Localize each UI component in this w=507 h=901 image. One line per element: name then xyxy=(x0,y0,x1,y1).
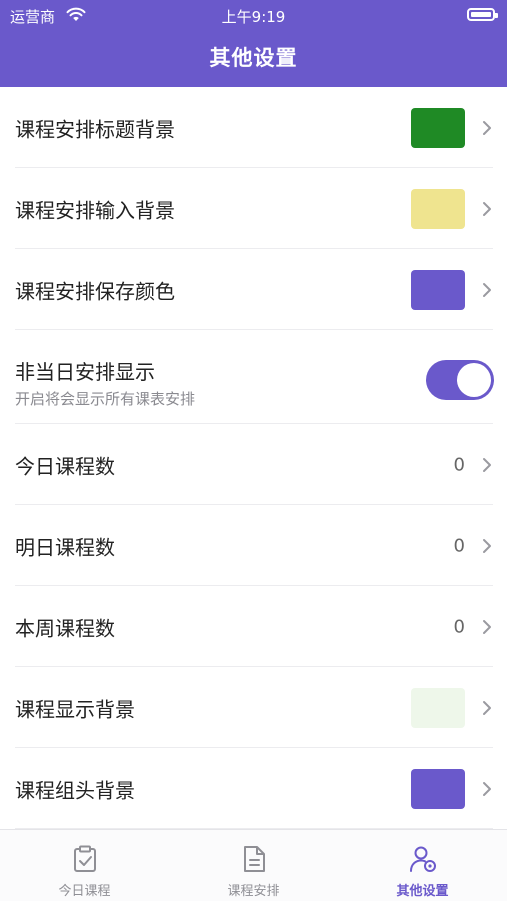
setting-row-display-bg[interactable]: 课程显示背景 xyxy=(0,667,507,748)
setting-label: 明日课程数 xyxy=(15,535,115,559)
toggle-knob xyxy=(457,363,491,397)
setting-row-tomorrow-count[interactable]: 明日课程数 0 xyxy=(0,505,507,586)
page-title: 其他设置 xyxy=(209,46,298,70)
user-gear-icon xyxy=(410,846,436,872)
color-swatch xyxy=(411,188,465,229)
color-swatch xyxy=(411,269,465,310)
chevron-right-icon xyxy=(483,201,491,216)
tab-label: 课程安排 xyxy=(227,884,280,899)
setting-value: 0 xyxy=(453,535,465,556)
setting-row-non-today: 非当日安排显示 开启将会显示所有课表安排 xyxy=(0,330,507,424)
chevron-right-icon xyxy=(483,619,491,634)
chevron-right-icon xyxy=(483,120,491,135)
battery-icon xyxy=(467,8,498,21)
setting-row-title-bg[interactable]: 课程安排标题背景 xyxy=(0,87,507,168)
setting-row-save-color[interactable]: 课程安排保存颜色 xyxy=(0,249,507,330)
chevron-right-icon xyxy=(483,700,491,715)
color-swatch xyxy=(411,687,465,728)
clipboard-check-icon xyxy=(74,845,96,872)
chevron-right-icon xyxy=(483,538,491,553)
setting-label: 课程安排保存颜色 xyxy=(15,279,175,303)
clock: 上午9:19 xyxy=(221,8,286,26)
setting-value: 0 xyxy=(453,454,465,475)
status-bar: 运营商 上午9:19 xyxy=(0,0,507,32)
setting-description: 开启将会显示所有课表安排 xyxy=(15,390,196,408)
non-today-toggle[interactable] xyxy=(426,360,494,400)
tab-today-courses[interactable]: 今日课程 xyxy=(0,830,169,901)
setting-row-today-count[interactable]: 今日课程数 0 xyxy=(0,424,507,505)
document-icon xyxy=(244,846,265,872)
setting-label: 非当日安排显示 xyxy=(15,360,155,384)
setting-row-group-header-bg[interactable]: 课程组头背景 xyxy=(0,748,507,829)
color-swatch xyxy=(411,768,465,809)
color-swatch xyxy=(411,107,465,148)
setting-row-week-count[interactable]: 本周课程数 0 xyxy=(0,586,507,667)
tab-course-schedule[interactable]: 课程安排 xyxy=(169,830,338,901)
setting-label: 课程安排标题背景 xyxy=(15,117,175,141)
setting-row-input-bg[interactable]: 课程安排输入背景 xyxy=(0,168,507,249)
chevron-right-icon xyxy=(483,457,491,472)
setting-label: 课程组头背景 xyxy=(15,778,135,802)
tab-bar: 今日课程 课程安排 其他设置 xyxy=(0,829,507,901)
tab-label: 其他设置 xyxy=(396,884,449,899)
setting-label: 今日课程数 xyxy=(15,454,115,478)
setting-value: 0 xyxy=(453,616,465,637)
setting-label: 本周课程数 xyxy=(15,616,115,640)
setting-label: 课程安排输入背景 xyxy=(15,198,175,222)
tab-other-settings[interactable]: 其他设置 xyxy=(338,830,507,901)
chevron-right-icon xyxy=(483,781,491,796)
setting-label: 课程显示背景 xyxy=(15,697,135,721)
settings-list: 课程安排标题背景 课程安排输入背景 课程安排保存颜色 非当日安排显示 开启将会显… xyxy=(0,87,507,829)
chevron-right-icon xyxy=(483,282,491,297)
header: 运营商 上午9:19 其他设置 xyxy=(0,0,507,87)
tab-label: 今日课程 xyxy=(58,884,111,899)
